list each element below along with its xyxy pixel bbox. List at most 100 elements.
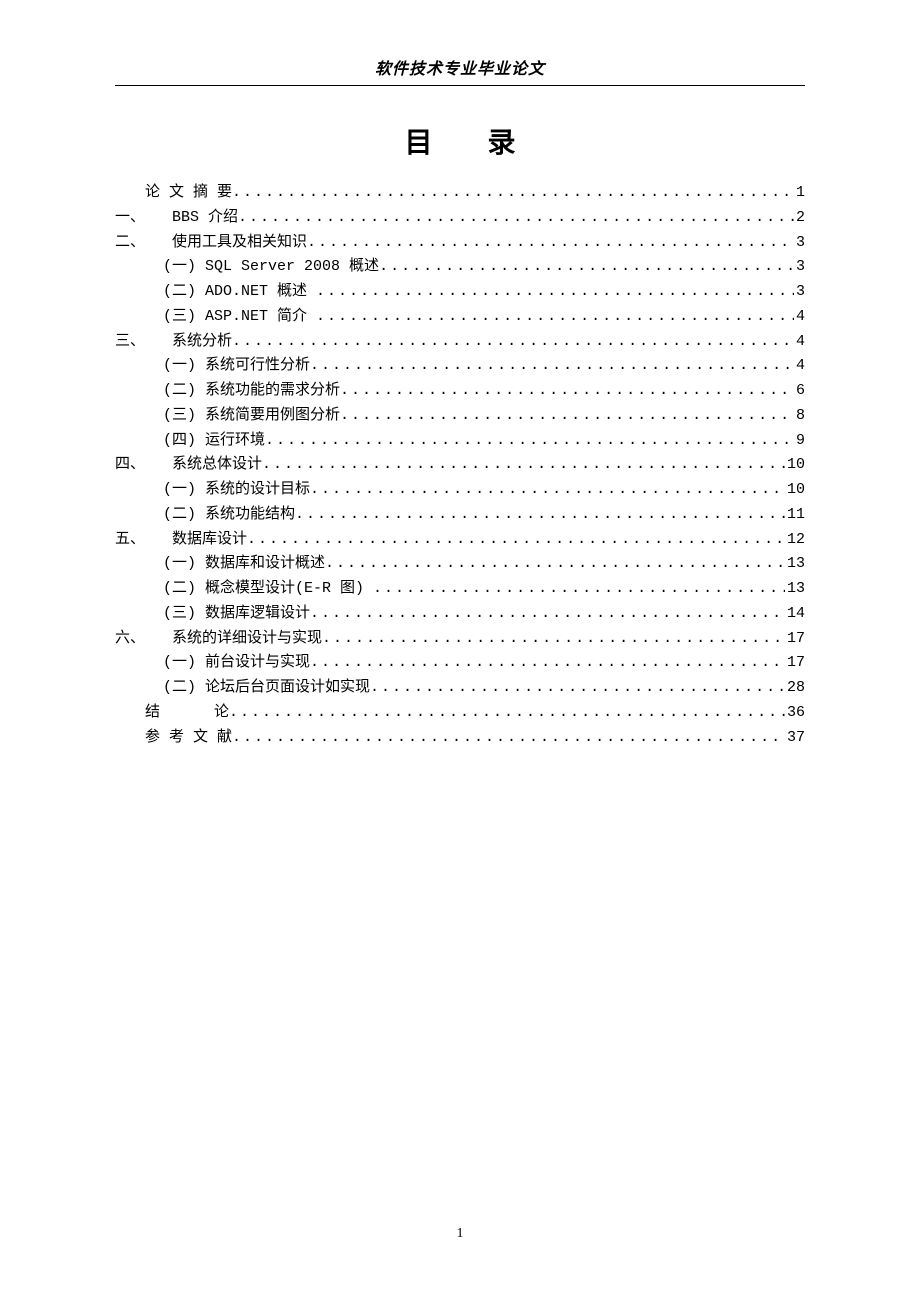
toc-entry-text: 运行环境 — [205, 432, 265, 449]
toc-entry: 三、 系统分析 4 — [115, 330, 805, 355]
toc-entry-label: (一) 数据库和设计概述 — [163, 552, 325, 577]
toc-entry-page: 3 — [794, 231, 805, 256]
toc-leader-dots — [379, 255, 794, 280]
toc-entry-text: 前台设计与实现 — [205, 654, 310, 671]
toc-entry-label: 五、 数据库设计 — [115, 528, 247, 553]
toc-entry: (二) ADO.NET 概述 3 — [115, 280, 805, 305]
toc-entry-page: 17 — [785, 627, 805, 652]
toc-leader-dots — [325, 552, 785, 577]
toc-entry-page: 37 — [785, 726, 805, 751]
toc-entry-number: (三) — [163, 605, 196, 622]
toc-heading: 目录 — [115, 121, 805, 161]
toc-entry-label: (二) 概念模型设计(E-R 图) — [163, 577, 373, 602]
toc-entry-number: 四、 — [115, 456, 145, 473]
toc-entry-page: 10 — [785, 478, 805, 503]
toc-entry-label: 三、 系统分析 — [115, 330, 232, 355]
toc-entry-number: 三、 — [115, 333, 145, 350]
toc-leader-dots — [232, 726, 785, 751]
toc-entry-text: 系统的详细设计与实现 — [172, 630, 322, 647]
toc-leader-dots — [373, 577, 785, 602]
toc-entry: (三) 系统简要用例图分析 8 — [115, 404, 805, 429]
toc-entry-label: (一) 系统可行性分析 — [163, 354, 310, 379]
toc-entry-page: 12 — [785, 528, 805, 553]
toc-entry-page: 4 — [794, 354, 805, 379]
toc-leader-dots — [340, 404, 794, 429]
toc-leader-dots — [307, 231, 794, 256]
toc-entry-page: 8 — [794, 404, 805, 429]
toc-entry-number: (一) — [163, 481, 196, 498]
toc-leader-dots — [295, 503, 785, 528]
toc-entry: 结 论36 — [115, 701, 805, 726]
toc-entry-number: (二) — [163, 679, 196, 696]
toc-leader-dots — [340, 379, 794, 404]
toc-entry-text: BBS 介绍 — [172, 209, 238, 226]
toc-entry-label: (一) 前台设计与实现 — [163, 651, 310, 676]
toc-entry: (二) 论坛后台页面设计如实现28 — [115, 676, 805, 701]
page-number: 1 — [0, 1226, 920, 1242]
toc-entry-text: ASP.NET 简介 — [205, 308, 316, 325]
toc-leader-dots — [238, 206, 794, 231]
toc-entry-page: 17 — [785, 651, 805, 676]
toc-leader-dots — [232, 330, 794, 355]
toc-entry-number: 五、 — [115, 531, 145, 548]
toc-entry: 参 考 文 献37 — [115, 726, 805, 751]
toc-entry-number: (三) — [163, 407, 196, 424]
toc-leader-dots — [310, 651, 785, 676]
toc-entry-label: 论 文 摘 要 — [145, 181, 232, 206]
toc-entry-page: 13 — [785, 552, 805, 577]
toc-entry-label: (三) ASP.NET 简介 — [163, 305, 316, 330]
toc-entry: (一) 系统可行性分析 4 — [115, 354, 805, 379]
toc-entry-page: 9 — [794, 429, 805, 454]
toc-entry-number: 六、 — [115, 630, 145, 647]
toc-entry-label: (一) 系统的设计目标 — [163, 478, 310, 503]
toc-entry: (二) 系统功能结构11 — [115, 503, 805, 528]
toc-entry-number: 二、 — [115, 234, 145, 251]
toc-entry-page: 10 — [785, 453, 805, 478]
toc-entry-label: 一、 BBS 介绍 — [115, 206, 238, 231]
toc-leader-dots — [310, 602, 785, 627]
toc-leader-dots — [247, 528, 785, 553]
toc-entry-text: SQL Server 2008 概述 — [205, 258, 379, 275]
toc-entry-text: 数据库设计 — [172, 531, 247, 548]
toc-entry: 二、 使用工具及相关知识 3 — [115, 231, 805, 256]
toc-entry-number: 一、 — [115, 209, 145, 226]
toc-entry-label: (一) SQL Server 2008 概述 — [163, 255, 379, 280]
toc-leader-dots — [262, 453, 785, 478]
header-divider — [115, 85, 805, 86]
toc-entry-text: 数据库逻辑设计 — [205, 605, 310, 622]
page-header-title: 软件技术专业毕业论文 — [115, 55, 805, 85]
toc-entry: (三) ASP.NET 简介 4 — [115, 305, 805, 330]
toc-leader-dots — [370, 676, 785, 701]
document-page: 软件技术专业毕业论文 目录 论 文 摘 要1一、 BBS 介绍2二、 使用工具及… — [0, 0, 920, 750]
toc-entry-page: 4 — [794, 330, 805, 355]
toc-entry-number: (四) — [163, 432, 196, 449]
toc-entry-number: (二) — [163, 283, 196, 300]
toc-leader-dots — [322, 627, 785, 652]
toc-entry-page: 2 — [794, 206, 805, 231]
toc-entry: (一) 前台设计与实现 17 — [115, 651, 805, 676]
toc-entry-page: 3 — [794, 280, 805, 305]
toc-entry-label: (二) 论坛后台页面设计如实现 — [163, 676, 370, 701]
toc-entry-page: 3 — [794, 255, 805, 280]
toc-entry-page: 13 — [785, 577, 805, 602]
toc-entry: 四、 系统总体设计 10 — [115, 453, 805, 478]
toc-entry: (二) 概念模型设计(E-R 图) 13 — [115, 577, 805, 602]
toc-entry-text: 系统总体设计 — [172, 456, 262, 473]
toc-leader-dots — [310, 478, 785, 503]
toc-entry-number: (二) — [163, 506, 196, 523]
toc-entry-page: 14 — [785, 602, 805, 627]
toc-leader-dots — [316, 305, 794, 330]
toc-entry: (一) 系统的设计目标 10 — [115, 478, 805, 503]
toc-entry-label: (二) 系统功能的需求分析 — [163, 379, 340, 404]
toc-entry-number: (一) — [163, 357, 196, 374]
toc-entry-label: (四) 运行环境 — [163, 429, 265, 454]
table-of-contents: 论 文 摘 要1一、 BBS 介绍2二、 使用工具及相关知识3(一) SQL S… — [115, 181, 805, 750]
toc-leader-dots — [232, 181, 794, 206]
toc-entry-number: (二) — [163, 382, 196, 399]
toc-leader-dots — [310, 354, 794, 379]
toc-entry-text: 使用工具及相关知识 — [172, 234, 307, 251]
toc-entry-page: 4 — [794, 305, 805, 330]
toc-entry-text: 系统简要用例图分析 — [205, 407, 340, 424]
toc-entry-label: 六、 系统的详细设计与实现 — [115, 627, 322, 652]
toc-entry-label: 四、 系统总体设计 — [115, 453, 262, 478]
